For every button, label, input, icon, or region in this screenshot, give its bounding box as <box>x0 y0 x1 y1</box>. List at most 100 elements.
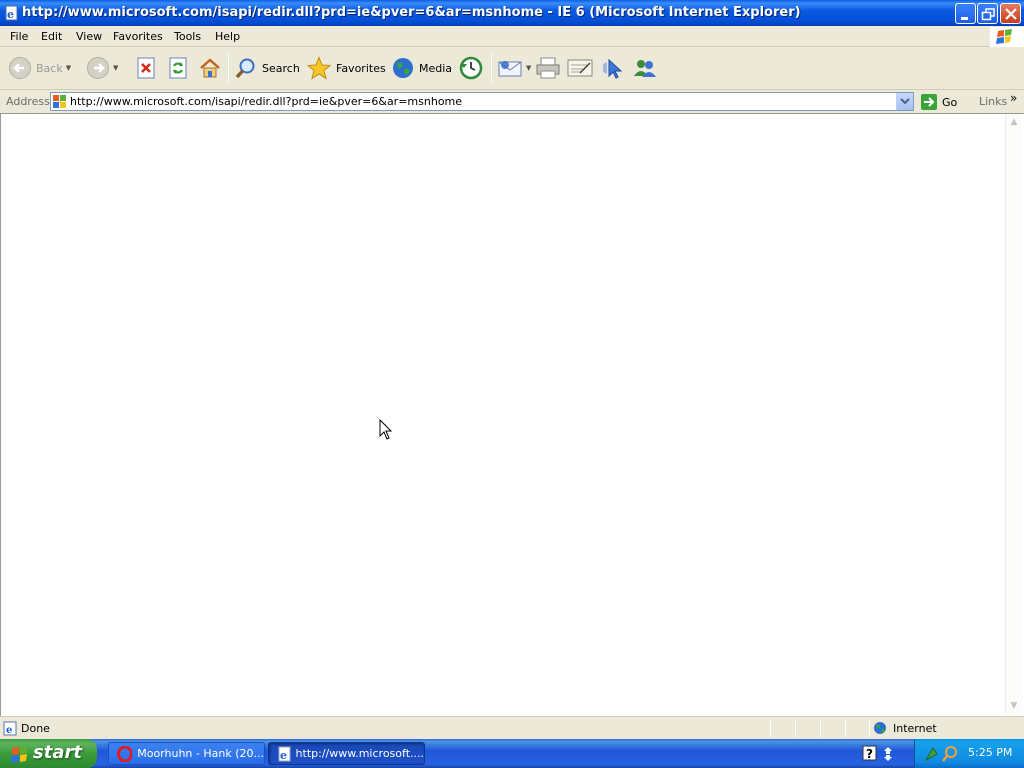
minimize-icon <box>961 17 968 20</box>
messenger-button[interactable] <box>632 52 658 84</box>
taskbar-item-moorhuhn[interactable]: Moorhuhn - Hank (20... <box>108 742 265 765</box>
discuss-button[interactable] <box>600 52 626 84</box>
mail-button[interactable]: ▼ <box>497 52 531 84</box>
address-bar: Address Go Links » <box>0 90 1024 113</box>
go-label: Go <box>942 95 958 109</box>
chevron-down-icon <box>900 98 910 105</box>
media-globe-icon <box>393 58 413 78</box>
back-button[interactable]: Back ▼ <box>8 52 71 84</box>
history-clock-icon <box>459 56 483 80</box>
windows-flag-icon <box>53 95 66 108</box>
refresh-icon <box>169 57 187 79</box>
menu-file[interactable]: File <box>10 30 28 43</box>
close-button[interactable] <box>1000 3 1021 24</box>
address-field[interactable] <box>50 92 914 111</box>
start-label: start <box>33 742 82 763</box>
status-bar: e Done Internet <box>0 716 1024 739</box>
clock[interactable]: 5:25 PM <box>968 746 1012 759</box>
messenger-icon <box>634 60 656 77</box>
media-button[interactable]: Media <box>391 52 452 84</box>
stop-button[interactable] <box>135 52 157 84</box>
task-label: Moorhuhn - Hank (20... <box>137 747 264 760</box>
status-separator <box>820 720 821 737</box>
zone-label: Internet <box>893 721 937 735</box>
status-separator <box>869 720 870 737</box>
scroll-down-arrow-icon[interactable]: ▼ <box>1006 698 1022 714</box>
svg-text:e: e <box>6 725 12 736</box>
chevron-down-icon[interactable]: ▼ <box>113 64 118 72</box>
chevron-down-icon[interactable]: ▼ <box>66 64 71 72</box>
network-icon[interactable] <box>924 747 938 762</box>
scroll-up-arrow-icon[interactable]: ▲ <box>1006 114 1022 130</box>
search-button[interactable]: Search <box>234 52 300 84</box>
language-arrows-icon[interactable] <box>884 747 892 761</box>
status-separator <box>795 720 796 737</box>
stop-icon <box>137 57 155 79</box>
vertical-scrollbar[interactable]: ▲ ▼ <box>1005 114 1022 714</box>
forward-button[interactable]: ▼ <box>86 52 118 84</box>
windows-logo <box>990 27 1024 47</box>
svg-text:e: e <box>7 8 14 21</box>
page-content[interactable] <box>0 113 1024 716</box>
chevron-right-icon[interactable]: » <box>1010 91 1017 105</box>
star-icon <box>306 56 332 80</box>
menu-edit[interactable]: Edit <box>41 30 62 43</box>
go-arrow-icon <box>921 94 937 110</box>
home-icon <box>200 58 220 78</box>
address-input[interactable] <box>70 94 890 109</box>
links-toolbar[interactable]: Links <box>979 95 1007 108</box>
mail-icon <box>498 61 522 77</box>
standard-toolbar: Back ▼ ▼ Search Favorites Media ▼ <box>0 47 1024 90</box>
menu-view[interactable]: View <box>76 30 102 43</box>
svg-text:?: ? <box>866 747 873 761</box>
address-dropdown-button[interactable] <box>896 93 913 110</box>
discuss-cursor-icon <box>603 58 623 79</box>
status-text: Done <box>21 722 50 735</box>
system-tray: 5:25 PM <box>914 739 1024 768</box>
address-label: Address <box>6 95 50 108</box>
back-arrow-icon <box>9 57 31 79</box>
ie-page-icon: e <box>278 746 291 762</box>
svg-text:e: e <box>280 749 287 762</box>
home-button[interactable] <box>198 52 222 84</box>
opera-icon <box>117 745 133 762</box>
search-icon <box>235 58 255 79</box>
back-label: Back <box>36 61 63 75</box>
title-bar[interactable]: e http://www.microsoft.com/isapi/redir.d… <box>0 0 1024 26</box>
menu-bar: File Edit View Favorites Tools Help <box>0 26 1024 47</box>
edit-button[interactable] <box>566 52 594 84</box>
toolbar-separator <box>491 54 492 82</box>
minimize-button[interactable] <box>955 3 976 24</box>
menu-favorites[interactable]: Favorites <box>113 30 163 43</box>
window-title: http://www.microsoft.com/isapi/redir.dll… <box>22 5 801 20</box>
chevron-down-icon[interactable]: ▼ <box>526 64 531 72</box>
forward-arrow-icon <box>87 57 109 79</box>
page-done-icon: e <box>3 721 17 736</box>
print-button[interactable] <box>535 52 561 84</box>
search-icon[interactable] <box>942 746 957 762</box>
favorites-label: Favorites <box>336 61 386 75</box>
toolbar-separator <box>228 54 229 82</box>
media-label: Media <box>419 61 453 75</box>
status-separator <box>845 720 846 737</box>
restore-icon <box>981 8 995 21</box>
restore-button[interactable] <box>977 3 998 24</box>
print-icon <box>536 57 560 79</box>
internet-globe-icon <box>874 722 886 734</box>
tray-extra: ? <box>861 744 905 767</box>
menu-help[interactable]: Help <box>215 30 240 43</box>
security-zone[interactable]: Internet <box>873 721 937 735</box>
taskbar: start Moorhuhn - Hank (20... e http://ww… <box>0 739 1024 768</box>
ie-page-icon: e <box>5 5 18 21</box>
go-button[interactable]: Go <box>920 93 957 111</box>
close-icon <box>1005 8 1017 20</box>
start-button[interactable]: start <box>0 739 97 768</box>
history-button[interactable] <box>458 52 484 84</box>
refresh-button[interactable] <box>167 52 189 84</box>
taskbar-item-internet-explorer[interactable]: e http://www.microsoft.... <box>268 742 425 765</box>
windows-flag-icon <box>11 746 28 763</box>
edit-page-icon <box>567 59 593 77</box>
menu-tools[interactable]: Tools <box>174 30 201 43</box>
favorites-button[interactable]: Favorites <box>306 52 386 84</box>
help-icon[interactable]: ? <box>862 745 877 761</box>
